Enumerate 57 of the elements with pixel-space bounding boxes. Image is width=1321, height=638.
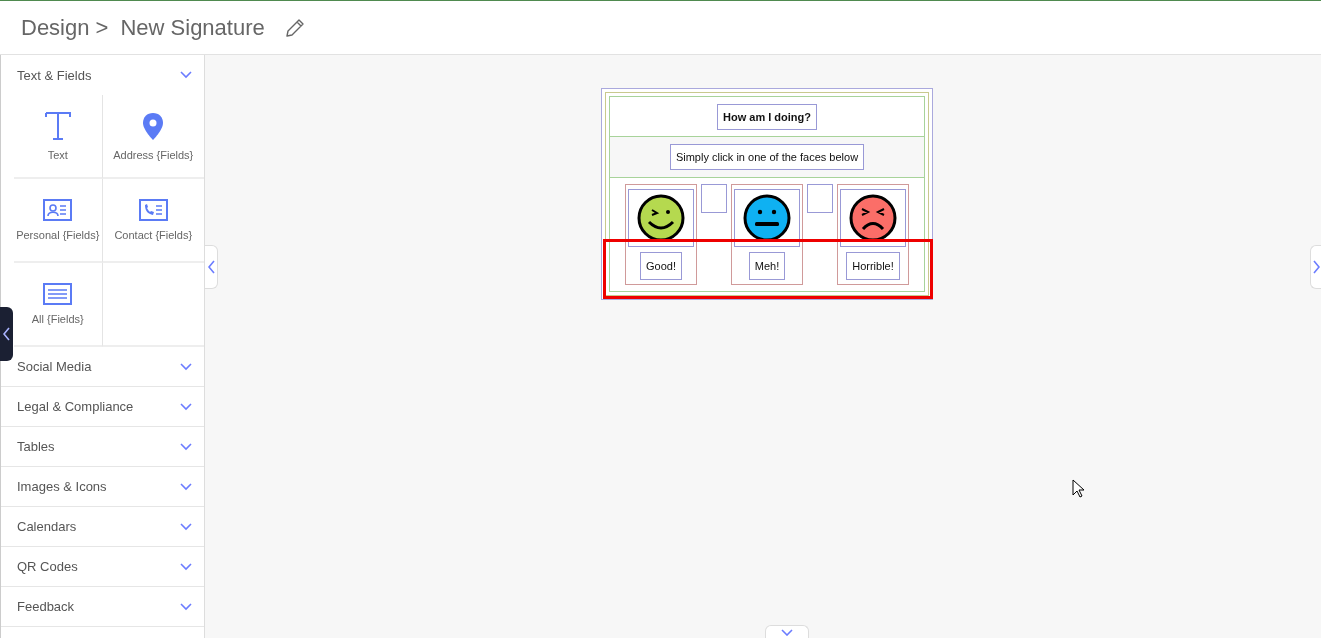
section-header[interactable]: Calendars	[1, 507, 204, 547]
chevron-icon	[180, 71, 192, 79]
field-tile[interactable]: Personal {Fields}	[14, 179, 103, 263]
section-label: Calendars	[17, 519, 77, 534]
tile-label: Text	[47, 149, 68, 161]
empty-cell	[807, 184, 833, 213]
chevron-icon	[180, 482, 192, 491]
section-label: QR Codes	[17, 559, 78, 574]
chevron-left-icon	[3, 327, 10, 341]
chevron-icon	[180, 362, 192, 371]
frowning-face-icon[interactable]	[849, 194, 897, 242]
section-header[interactable]: QR Codes	[1, 547, 204, 587]
text-icon	[43, 111, 72, 141]
section-header[interactable]: Feedback	[1, 587, 204, 627]
section-label: Text & Fields	[17, 67, 92, 83]
chevron-icon	[180, 402, 192, 411]
section-header[interactable]: Text & Fields	[1, 55, 204, 95]
location-pin-icon	[142, 111, 165, 141]
chevron-icon	[180, 602, 192, 611]
chevron-right-icon	[1312, 260, 1320, 274]
face-label: Horrible!	[846, 252, 900, 280]
chevron-left-icon	[207, 260, 215, 274]
chevron-icon	[180, 562, 192, 571]
list-card-icon	[43, 283, 73, 305]
chevron-down-icon	[781, 628, 793, 636]
neutral-face-icon[interactable]	[743, 194, 791, 242]
chevron-icon	[180, 522, 192, 531]
empty-cell	[701, 184, 727, 213]
winking-face-icon[interactable]	[637, 194, 685, 242]
page-title: New Signature	[120, 14, 265, 41]
edit-icon[interactable]	[284, 17, 305, 38]
collapse-sidebar-button[interactable]	[0, 307, 13, 361]
face-label: Good!	[640, 252, 682, 280]
section-label: Images & Icons	[17, 479, 107, 494]
section-label: Legal & Compliance	[17, 399, 134, 414]
phone-card-icon	[138, 199, 168, 221]
expand-panel-button[interactable]	[1310, 245, 1321, 289]
section-label: Tables	[17, 439, 55, 454]
tile-label: Address {Fields}	[113, 148, 194, 161]
tile-label: Personal {Fields}	[16, 229, 100, 241]
face-label: Meh!	[748, 252, 786, 280]
tile-label: Contact {Fields}	[114, 229, 193, 241]
section-header[interactable]: Tables	[1, 427, 204, 467]
section-label: Social Media	[17, 359, 92, 374]
field-tile[interactable]: Text	[14, 95, 103, 179]
contact-card-icon	[43, 199, 73, 221]
section-label: Feedback	[17, 599, 75, 614]
field-tile[interactable]: All {Fields}	[14, 263, 103, 347]
signature-subtitle: Simply click in one of the faces below	[669, 144, 865, 170]
tile-label: All {Fields}	[31, 313, 84, 325]
collapse-panel-button[interactable]	[205, 245, 218, 289]
mouse-pointer-icon	[1072, 479, 1086, 499]
breadcrumb-link[interactable]: Design >	[21, 14, 109, 41]
chevron-icon	[180, 442, 192, 451]
section-header[interactable]: Images & Icons	[1, 467, 204, 507]
signature-heading: How am I doing?	[717, 103, 817, 130]
section-header[interactable]: Legal & Compliance	[1, 387, 204, 427]
